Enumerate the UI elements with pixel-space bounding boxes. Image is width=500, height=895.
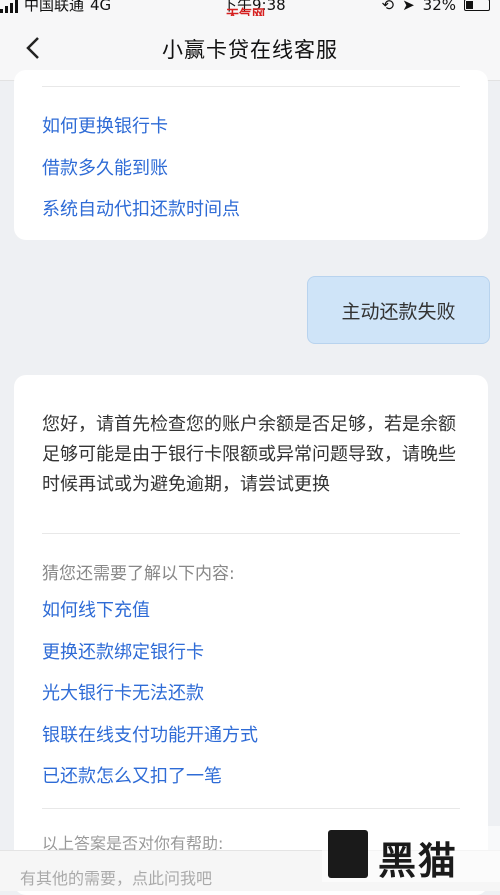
- related-link[interactable]: 银联在线支付功能开通方式: [42, 721, 258, 747]
- page-title: 小赢卡贷在线客服: [162, 38, 338, 62]
- related-questions-label: 猜您还需要了解以下内容:: [42, 564, 235, 584]
- rotation-lock-icon: ⟲: [381, 0, 395, 14]
- carrier-label: 中国联通: [24, 0, 85, 14]
- answer-text: 您好，请首先检查您的账户余额是否足够，若是余额足够可能是由于银行卡限额或异常问题…: [42, 414, 456, 495]
- status-right: ⟲ ➤ 32%: [381, 0, 490, 14]
- cat-logo-icon: [328, 830, 368, 878]
- answer-card: 您好，请首先检查您的账户余额是否足够，若是余额足够可能是由于银行卡限额或异常问题…: [14, 375, 488, 895]
- location-icon: ➤: [402, 0, 415, 14]
- logo-text: 黑猫: [378, 839, 459, 883]
- suggestion-card: 如何更换银行卡 借款多久能到账 系统自动代扣还款时间点: [14, 70, 488, 240]
- input-placeholder: 有其他的需要，点此问我吧: [20, 869, 213, 888]
- suggestion-link[interactable]: 借款多久能到账: [42, 154, 168, 180]
- user-message-bubble: 主动还款失败: [307, 276, 490, 344]
- status-left: 中国联通 4G: [0, 0, 111, 13]
- network-label: 4G: [90, 0, 112, 14]
- related-link[interactable]: 更换还款绑定银行卡: [42, 638, 204, 664]
- battery-icon: [464, 0, 490, 11]
- divider: [42, 86, 460, 87]
- related-link[interactable]: 如何线下充值: [42, 596, 150, 622]
- related-link[interactable]: 光大银行卡无法还款: [42, 679, 204, 705]
- divider: [42, 808, 460, 809]
- divider: [42, 533, 460, 534]
- battery-percent: 32%: [422, 0, 456, 14]
- related-link[interactable]: 已还款怎么又扣了一笔: [42, 762, 222, 788]
- suggestion-link[interactable]: 系统自动代扣还款时间点: [42, 195, 240, 221]
- suggestion-link[interactable]: 如何更换银行卡: [42, 112, 168, 138]
- signal-icon: [0, 0, 18, 13]
- brand-logo: 黑猫: [322, 826, 500, 883]
